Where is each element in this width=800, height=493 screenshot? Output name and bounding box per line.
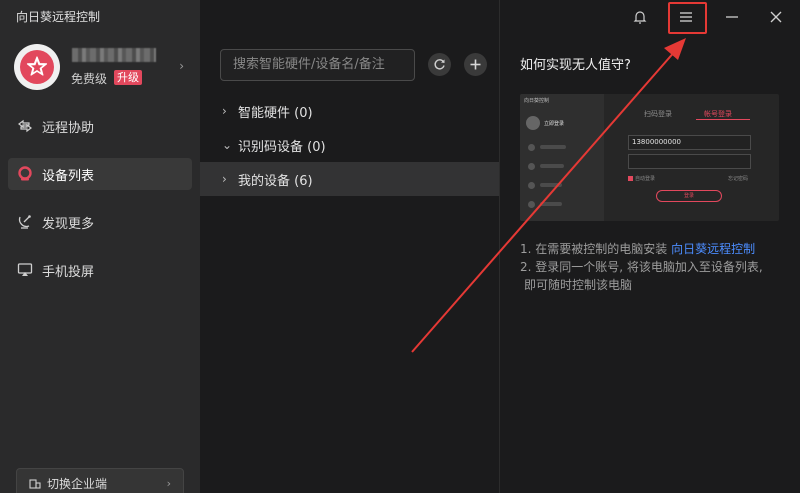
preview-login-button: 登录: [656, 190, 722, 202]
sidebar-item-screen-mirror[interactable]: 手机投屏: [8, 254, 192, 286]
download-link[interactable]: 向日葵远程控制: [671, 242, 755, 256]
add-device-button[interactable]: [464, 53, 487, 76]
help-title: 如何实现无人值守?: [520, 58, 631, 73]
group-my-devices[interactable]: › 我的设备 (6): [200, 162, 499, 196]
sidebar-item-remote-assist[interactable]: 远程协助: [8, 110, 192, 142]
sidebar: 向日葵远程控制 免费级 升级 › 远程协助 设备列表 发现更多 手机投屏 切换企…: [0, 0, 200, 493]
preview-window-title: 向日葵控制: [524, 98, 550, 104]
remote-assist-icon: [16, 117, 34, 135]
help-steps: 1. 在需要被控制的电脑安装 向日葵远程控制 2. 登录同一个账号, 将该电脑加…: [520, 240, 790, 294]
chevron-right-icon[interactable]: ›: [179, 59, 184, 73]
upgrade-badge[interactable]: 升级: [114, 70, 142, 85]
avatar[interactable]: [14, 44, 60, 90]
menu-highlight-box: [668, 2, 707, 34]
preview-phone-input: 13800000000: [628, 135, 751, 150]
minimize-icon: [726, 16, 738, 18]
chevron-right-icon: ›: [166, 477, 171, 490]
chevron-right-icon: ›: [222, 104, 227, 118]
chevron-right-icon: ›: [222, 172, 227, 186]
preview-side-label: 立即登录: [544, 121, 565, 127]
sidebar-item-label: 发现更多: [42, 216, 95, 232]
profile-card[interactable]: 免费级 升级 ›: [14, 44, 190, 90]
device-list-icon: [16, 165, 34, 183]
close-button[interactable]: [762, 4, 790, 30]
plus-icon: [470, 59, 481, 70]
group-label: 识别码设备 (0): [238, 139, 326, 155]
preview-password-input: [628, 154, 751, 169]
group-label: 我的设备 (6): [238, 173, 313, 189]
login-preview-image: 向日葵控制 立即登录 扫码登录 帐号登录 13800000000 自动登录 忘记…: [520, 94, 779, 221]
preview-remember: 自动登录: [635, 176, 656, 182]
refresh-icon: [434, 59, 445, 70]
preview-tab-scan: 扫码登录: [644, 110, 672, 118]
discover-icon: [16, 213, 34, 231]
group-smart-hardware[interactable]: › 智能硬件 (0): [200, 94, 499, 128]
building-icon: [29, 477, 41, 489]
step-1-text: 1. 在需要被控制的电脑安装: [520, 242, 672, 256]
sidebar-item-discover[interactable]: 发现更多: [8, 206, 192, 238]
app-title: 向日葵远程控制: [16, 10, 101, 24]
step-2-line-2: 即可随时控制该电脑: [524, 278, 633, 292]
minimize-button[interactable]: [718, 4, 746, 30]
search-input[interactable]: 搜索智能硬件/设备名/备注: [220, 49, 415, 81]
switch-enterprise-label: 切换企业端: [47, 476, 108, 491]
sidebar-item-label: 远程协助: [42, 120, 95, 136]
account-tier: 免费级: [71, 72, 108, 86]
preview-forgot: 忘记密码: [728, 176, 749, 182]
sidebar-item-label: 手机投屏: [42, 264, 95, 280]
switch-enterprise-button[interactable]: 切换企业端 ›: [16, 468, 184, 493]
sidebar-nav: 远程协助 设备列表 发现更多 手机投屏: [8, 110, 192, 302]
sidebar-item-label: 设备列表: [42, 168, 95, 184]
bell-icon: [633, 11, 647, 24]
screen-mirror-icon: [16, 261, 34, 279]
refresh-button[interactable]: [428, 53, 451, 76]
group-label: 智能硬件 (0): [238, 105, 313, 121]
star-icon: [26, 56, 48, 76]
chevron-down-icon: ⌄: [222, 138, 233, 152]
username-blurred: [72, 48, 156, 62]
device-panel: 搜索智能硬件/设备名/备注 › 智能硬件 (0) ⌄ 识别码设备 (0) › 我…: [200, 0, 500, 493]
notification-bell-button[interactable]: [626, 4, 654, 30]
sidebar-item-device-list[interactable]: 设备列表: [8, 158, 192, 190]
help-panel: 如何实现无人值守? 向日葵控制 立即登录 扫码登录 帐号登录 138000000…: [500, 0, 800, 493]
close-icon: [770, 11, 782, 23]
step-2-line-1: 2. 登录同一个账号, 将该电脑加入至设备列表,: [520, 260, 763, 274]
preview-avatar: [526, 116, 540, 130]
preview-tab-account: 帐号登录: [704, 110, 732, 118]
group-id-code-devices[interactable]: ⌄ 识别码设备 (0): [200, 128, 499, 162]
